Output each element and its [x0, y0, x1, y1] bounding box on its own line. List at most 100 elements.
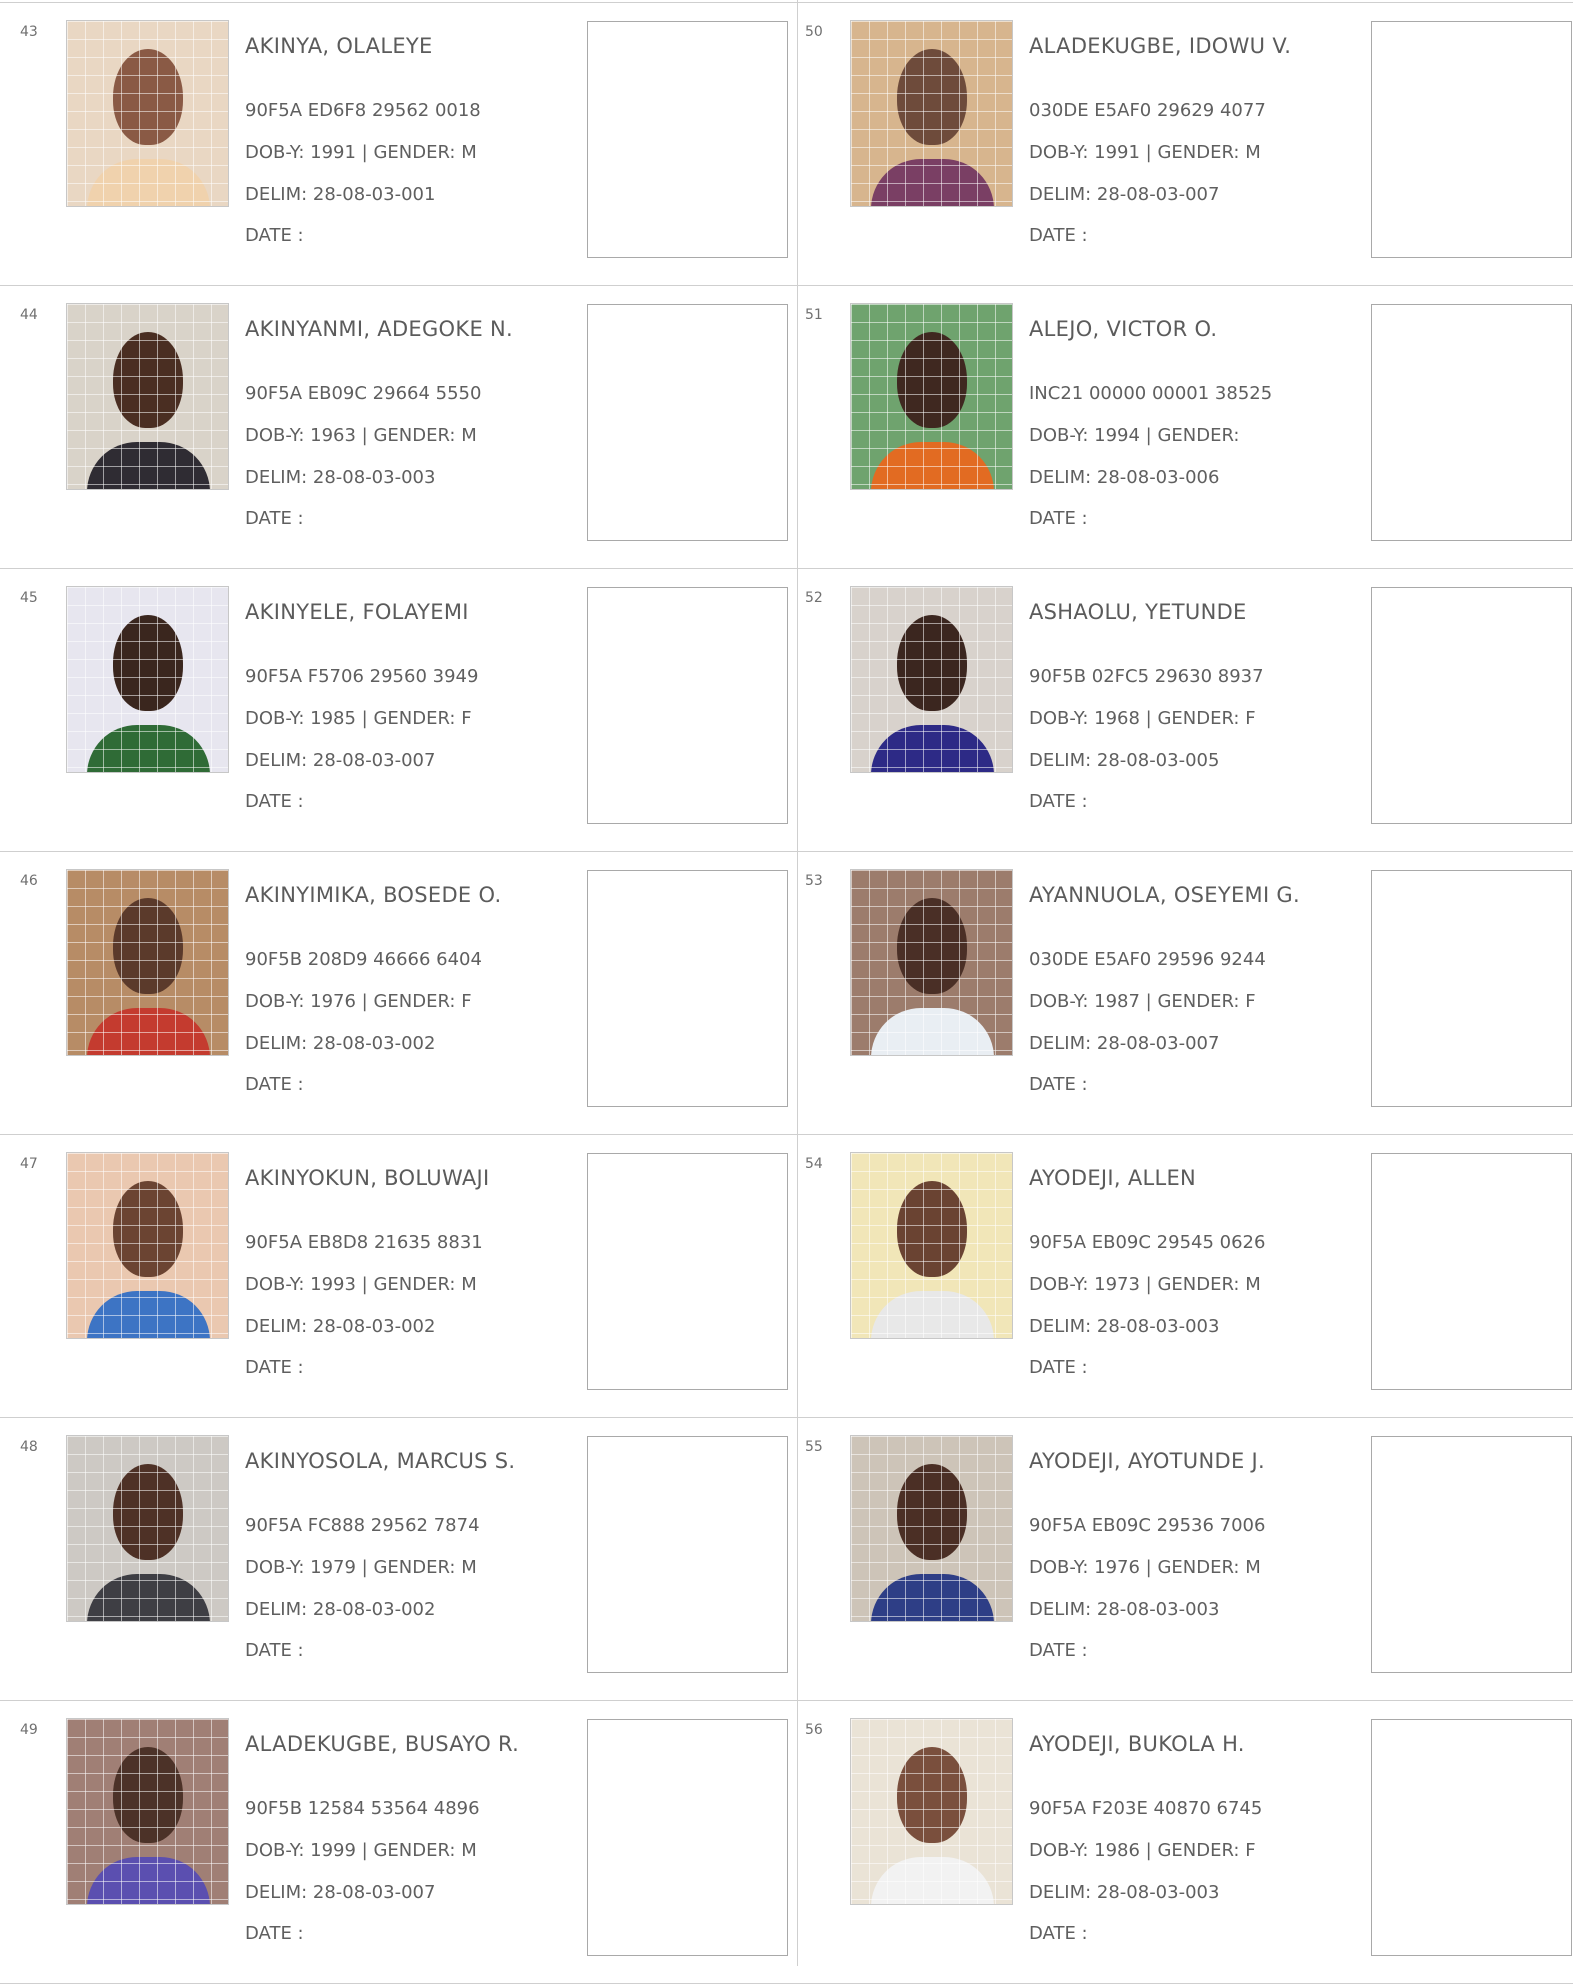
- delim-code: DELIM: 28-08-03-007: [1029, 1033, 1220, 1054]
- date-label: DATE :: [245, 1357, 304, 1378]
- date-label: DATE :: [1029, 508, 1088, 529]
- voter-name: AKINYOSOLA, MARCUS S.: [245, 1449, 516, 1473]
- voter-photo: [66, 869, 229, 1056]
- voter-card: 48 AKINYOSOLA, MARCUS S. 90F5A FC888 295…: [0, 1417, 788, 1700]
- serial-number: 44: [20, 307, 38, 323]
- voter-card: 51 ALEJO, VICTOR O. INC21 00000 00001 38…: [784, 285, 1572, 568]
- voter-name: AKINYA, OLALEYE: [245, 34, 433, 58]
- voter-photo: [850, 1152, 1013, 1339]
- thumbprint-box: [587, 870, 788, 1107]
- voter-card: 56 AYODEJI, BUKOLA H. 90F5A F203E 40870 …: [784, 1700, 1572, 1983]
- voter-card: 45 AKINYELE, FOLAYEMI 90F5A F5706 29560 …: [0, 568, 788, 851]
- vin-number: 90F5A F203E 40870 6745: [1029, 1798, 1263, 1819]
- delim-code: DELIM: 28-08-03-003: [245, 467, 436, 488]
- date-label: DATE :: [1029, 1074, 1088, 1095]
- voter-photo: [850, 869, 1013, 1056]
- serial-number: 49: [20, 1722, 38, 1738]
- vin-number: 90F5A EB09C 29664 5550: [245, 383, 482, 404]
- voter-name: AKINYOKUN, BOLUWAJI: [245, 1166, 490, 1190]
- photo-grid-watermark: [67, 21, 228, 206]
- photo-grid-watermark: [851, 304, 1012, 489]
- voter-name: AYODEJI, AYOTUNDE J.: [1029, 1449, 1265, 1473]
- photo-grid-watermark: [851, 1153, 1012, 1338]
- date-label: DATE :: [245, 791, 304, 812]
- photo-grid-watermark: [67, 1719, 228, 1904]
- thumbprint-box: [1371, 587, 1572, 824]
- voter-name: AYODEJI, ALLEN: [1029, 1166, 1197, 1190]
- thumbprint-box: [1371, 1153, 1572, 1390]
- thumbprint-box: [1371, 304, 1572, 541]
- thumbprint-box: [587, 304, 788, 541]
- vin-number: 030DE E5AF0 29629 4077: [1029, 100, 1266, 121]
- vin-number: 030DE E5AF0 29596 9244: [1029, 949, 1266, 970]
- dob-gender: DOB-Y: 1993 | GENDER: M: [245, 1274, 477, 1295]
- delim-code: DELIM: 28-08-03-001: [245, 184, 436, 205]
- thumbprint-box: [587, 587, 788, 824]
- dob-gender: DOB-Y: 1991 | GENDER: M: [1029, 142, 1261, 163]
- delim-code: DELIM: 28-08-03-006: [1029, 467, 1220, 488]
- delim-code: DELIM: 28-08-03-003: [1029, 1882, 1220, 1903]
- delim-code: DELIM: 28-08-03-003: [1029, 1599, 1220, 1620]
- voter-card: 47 AKINYOKUN, BOLUWAJI 90F5A EB8D8 21635…: [0, 1134, 788, 1417]
- date-label: DATE :: [1029, 791, 1088, 812]
- vin-number: 90F5A EB09C 29545 0626: [1029, 1232, 1266, 1253]
- voter-name: AKINYANMI, ADEGOKE N.: [245, 317, 513, 341]
- date-label: DATE :: [245, 1923, 304, 1944]
- vin-number: 90F5B 02FC5 29630 8937: [1029, 666, 1264, 687]
- voter-photo: [850, 1435, 1013, 1622]
- dob-gender: DOB-Y: 1973 | GENDER: M: [1029, 1274, 1261, 1295]
- delim-code: DELIM: 28-08-03-007: [245, 750, 436, 771]
- register-sheet: 43 AKINYA, OLALEYE 90F5A ED6F8 29562 001…: [0, 0, 1573, 1984]
- vin-number: 90F5A F5706 29560 3949: [245, 666, 479, 687]
- voter-name: ALEJO, VICTOR O.: [1029, 317, 1218, 341]
- thumbprint-box: [1371, 21, 1572, 258]
- photo-grid-watermark: [851, 21, 1012, 206]
- delim-code: DELIM: 28-08-03-003: [1029, 1316, 1220, 1337]
- photo-grid-watermark: [67, 1153, 228, 1338]
- voter-card: 54 AYODEJI, ALLEN 90F5A EB09C 29545 0626…: [784, 1134, 1572, 1417]
- voter-photo: [66, 1718, 229, 1905]
- dob-gender: DOB-Y: 1976 | GENDER: F: [245, 991, 472, 1012]
- serial-number: 53: [805, 873, 823, 889]
- photo-grid-watermark: [851, 1436, 1012, 1621]
- serial-number: 50: [805, 24, 823, 40]
- date-label: DATE :: [245, 1640, 304, 1661]
- date-label: DATE :: [245, 508, 304, 529]
- voter-card: 52 ASHAOLU, YETUNDE 90F5B 02FC5 29630 89…: [784, 568, 1572, 851]
- photo-grid-watermark: [851, 1719, 1012, 1904]
- serial-number: 54: [805, 1156, 823, 1172]
- photo-grid-watermark: [851, 870, 1012, 1055]
- voter-card: 46 AKINYIMIKA, BOSEDE O. 90F5B 208D9 466…: [0, 851, 788, 1134]
- dob-gender: DOB-Y: 1986 | GENDER: F: [1029, 1840, 1256, 1861]
- dob-gender: DOB-Y: 1987 | GENDER: F: [1029, 991, 1256, 1012]
- voter-card: 50 ALADEKUGBE, IDOWU V. 030DE E5AF0 2962…: [784, 2, 1572, 285]
- dob-gender: DOB-Y: 1999 | GENDER: M: [245, 1840, 477, 1861]
- vin-number: 90F5A ED6F8 29562 0018: [245, 100, 481, 121]
- delim-code: DELIM: 28-08-03-002: [245, 1033, 436, 1054]
- delim-code: DELIM: 28-08-03-002: [245, 1599, 436, 1620]
- serial-number: 47: [20, 1156, 38, 1172]
- dob-gender: DOB-Y: 1976 | GENDER: M: [1029, 1557, 1261, 1578]
- thumbprint-box: [587, 1153, 788, 1390]
- voter-photo: [66, 303, 229, 490]
- serial-number: 55: [805, 1439, 823, 1455]
- voter-photo: [66, 1152, 229, 1339]
- voter-photo: [66, 1435, 229, 1622]
- voter-name: ALADEKUGBE, IDOWU V.: [1029, 34, 1292, 58]
- voter-card: 44 AKINYANMI, ADEGOKE N. 90F5A EB09C 296…: [0, 285, 788, 568]
- photo-grid-watermark: [67, 870, 228, 1055]
- date-label: DATE :: [1029, 1923, 1088, 1944]
- dob-gender: DOB-Y: 1968 | GENDER: F: [1029, 708, 1256, 729]
- serial-number: 56: [805, 1722, 823, 1738]
- voter-name: ASHAOLU, YETUNDE: [1029, 600, 1247, 624]
- vin-number: 90F5A EB8D8 21635 8831: [245, 1232, 483, 1253]
- dob-gender: DOB-Y: 1963 | GENDER: M: [245, 425, 477, 446]
- voter-card: 53 AYANNUOLA, OSEYEMI G. 030DE E5AF0 295…: [784, 851, 1572, 1134]
- delim-code: DELIM: 28-08-03-002: [245, 1316, 436, 1337]
- voter-photo: [66, 20, 229, 207]
- voter-photo: [66, 586, 229, 773]
- dob-gender: DOB-Y: 1994 | GENDER:: [1029, 425, 1240, 446]
- serial-number: 43: [20, 24, 38, 40]
- photo-grid-watermark: [851, 587, 1012, 772]
- voter-name: ALADEKUGBE, BUSAYO R.: [245, 1732, 520, 1756]
